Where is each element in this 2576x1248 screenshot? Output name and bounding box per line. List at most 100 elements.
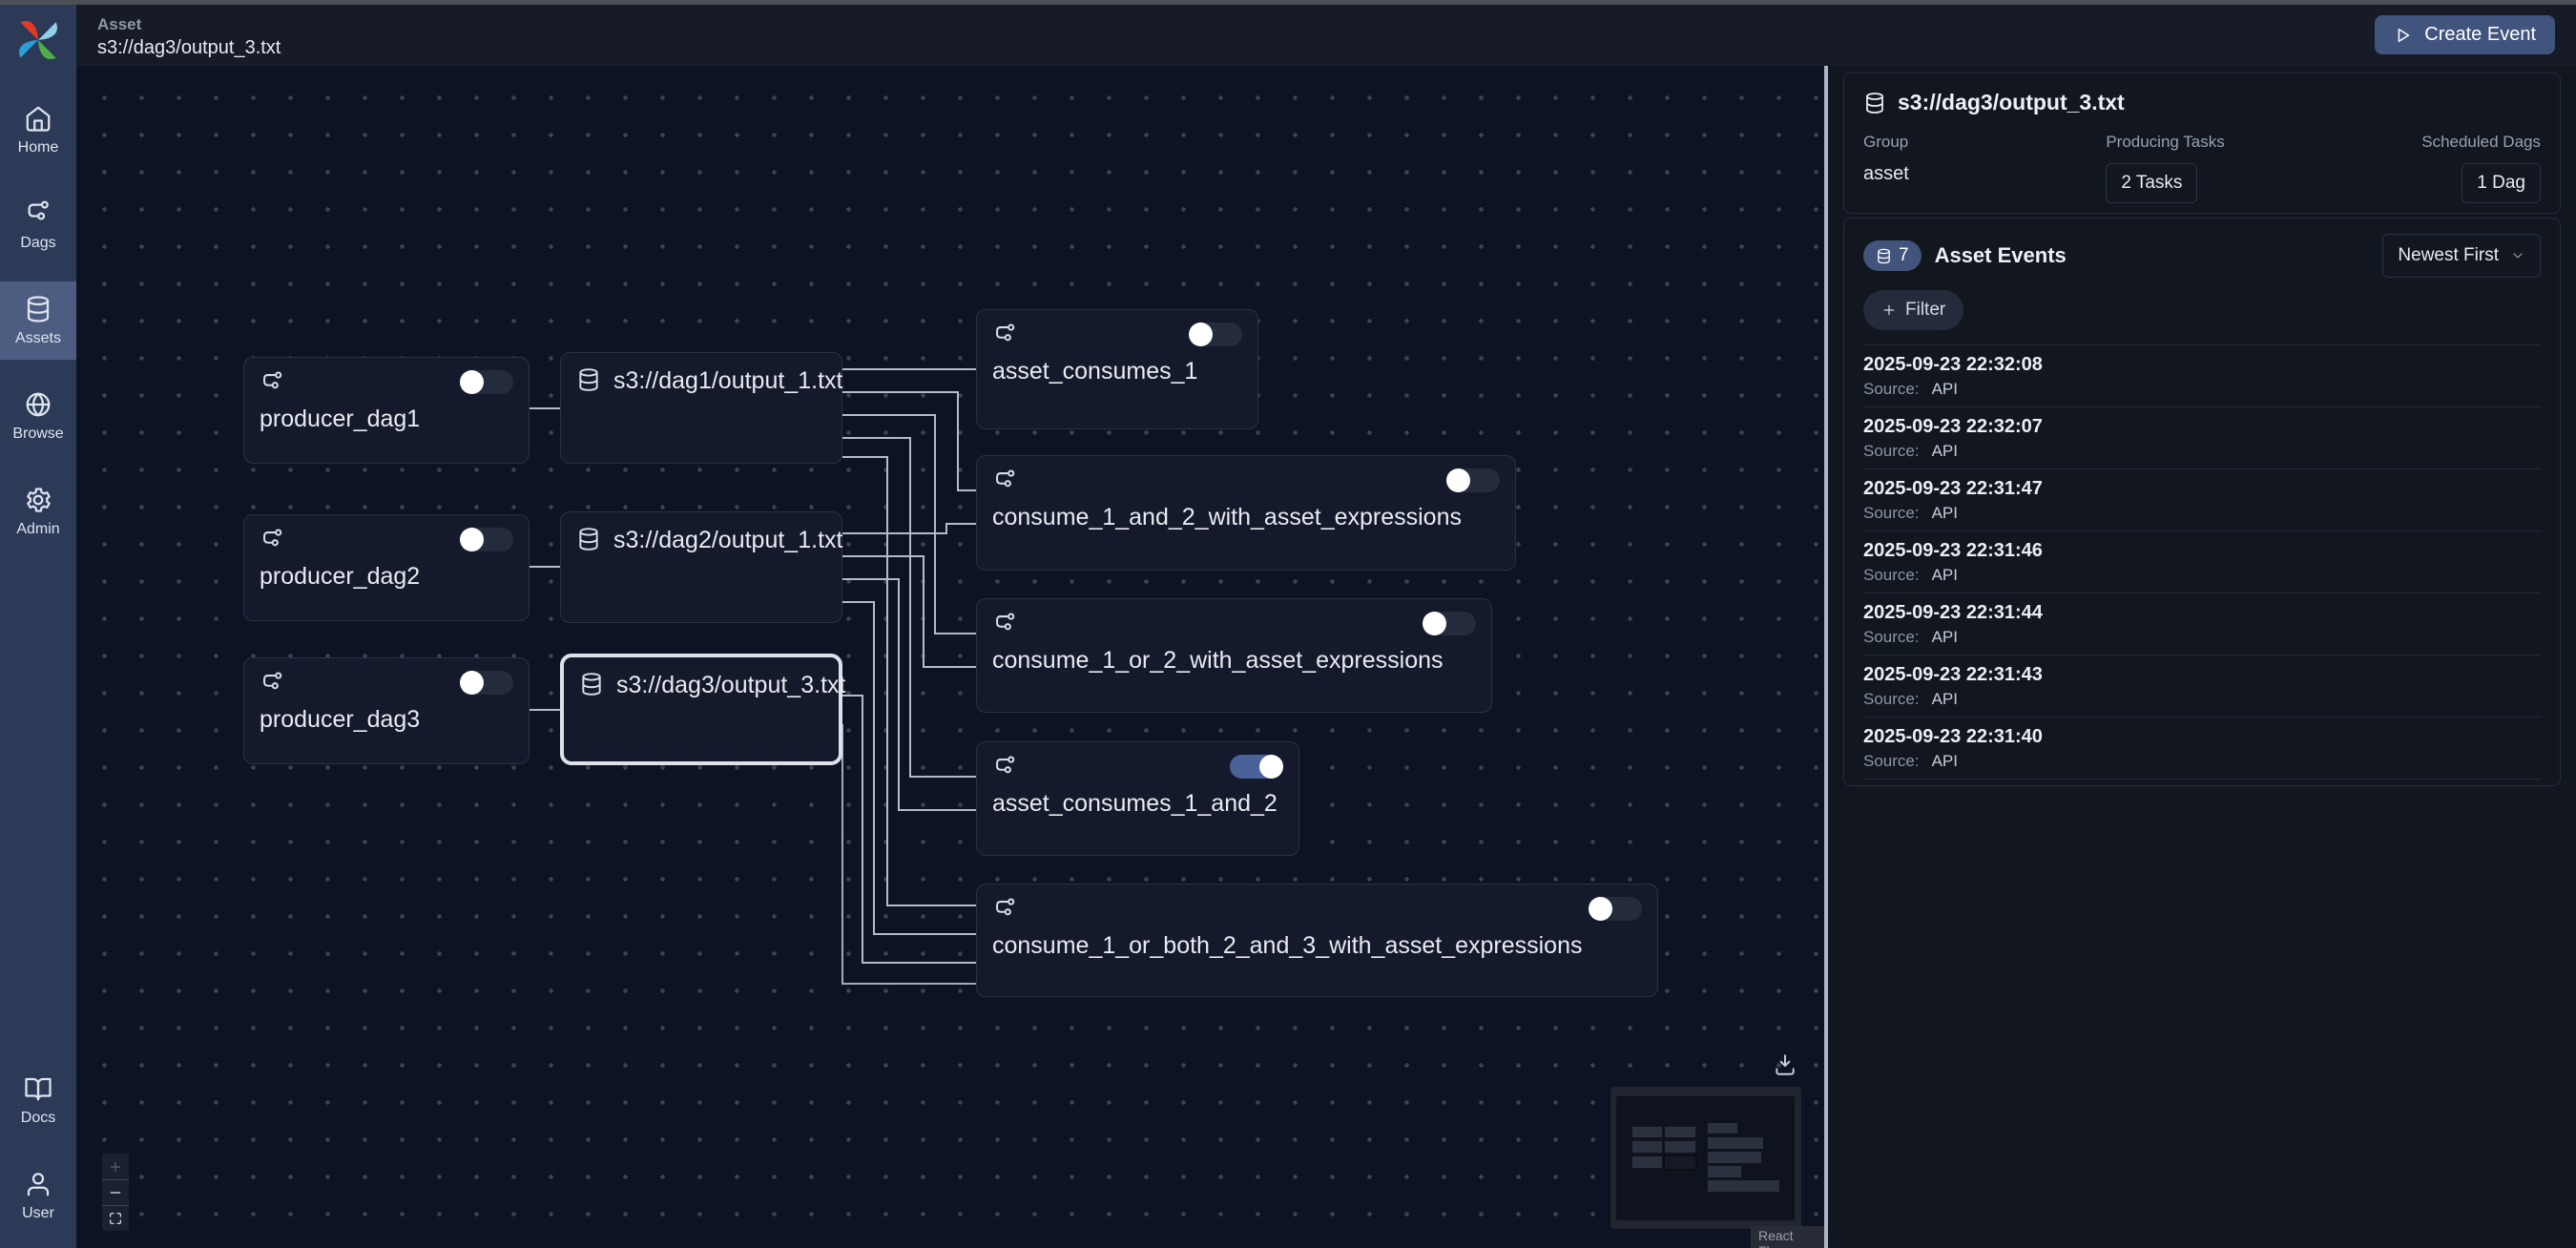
airflow-logo-icon[interactable] [12, 14, 64, 66]
asset-event-row: 2025-09-23 22:31:46 Source: API [1863, 531, 2541, 593]
node-label: asset_consumes_1 [977, 353, 1257, 385]
asset-events-list: 2025-09-23 22:32:08 Source: API 2025-09-… [1863, 345, 2541, 780]
dag-node-consume-1-or-2[interactable]: consume_1_or_2_with_asset_expressions [976, 598, 1492, 713]
dag-pause-toggle[interactable] [1189, 322, 1242, 346]
dag-node-asset-consumes-1-and-2[interactable]: asset_consumes_1_and_2 [976, 741, 1299, 856]
dag-pause-toggle[interactable] [460, 370, 513, 394]
dag-pause-toggle[interactable] [1423, 612, 1476, 635]
sidebar-item-dags[interactable]: Dags [0, 186, 76, 264]
dag-pause-toggle[interactable] [460, 671, 513, 695]
asset-title: s3://dag3/output_3.txt [1898, 90, 2125, 115]
reactflow-attribution: React Flow [1751, 1226, 1824, 1248]
asset-node-dag2-output[interactable]: s3://dag2/output_1.txt [560, 511, 842, 623]
database-icon [1863, 92, 1886, 114]
producing-tasks-button[interactable]: 2 Tasks [2106, 163, 2197, 203]
dag-pause-toggle[interactable] [460, 528, 513, 551]
chevron-down-icon [2510, 248, 2525, 263]
event-source-label: Source: [1863, 442, 1920, 461]
download-graph-button[interactable] [1773, 1052, 1797, 1077]
database-icon [1876, 248, 1892, 264]
event-source-value: API [1932, 504, 1958, 523]
sidebar: Home Dags Assets Browse Admin Docs User [0, 5, 76, 1248]
asset-event-row: 2025-09-23 22:32:08 Source: API [1863, 345, 2541, 407]
event-count-badge: 7 [1863, 240, 1922, 271]
node-label: s3://dag1/output_1.txt [613, 367, 842, 395]
sidebar-item-assets[interactable]: Assets [0, 281, 76, 360]
asset-node-dag1-output[interactable]: s3://dag1/output_1.txt [560, 352, 842, 464]
zoom-controls [102, 1154, 129, 1231]
sidebar-item-browse[interactable]: Browse [0, 377, 76, 455]
asset-node-dag3-output-selected[interactable]: s3://dag3/output_3.txt [560, 654, 842, 765]
asset-events-title: Asset Events [1935, 243, 2067, 268]
asset-details-panel: s3://dag3/output_3.txt Group asset Produ… [1828, 66, 2576, 1248]
asset-event-row: 2025-09-23 22:31:44 Source: API [1863, 593, 2541, 655]
event-source-label: Source: [1863, 380, 1920, 399]
gear-icon [24, 486, 52, 514]
dag-node-consume-1-and-2[interactable]: consume_1_and_2_with_asset_expressions [976, 455, 1516, 571]
event-source-value: API [1932, 566, 1958, 585]
database-icon [579, 672, 604, 703]
node-label: s3://dag3/output_3.txt [616, 672, 845, 699]
sidebar-item-label: Admin [16, 521, 59, 538]
sidebar-item-label: Assets [15, 330, 61, 347]
page-title: s3://dag3/output_3.txt [97, 37, 280, 59]
event-timestamp: 2025-09-23 22:32:07 [1863, 416, 2541, 438]
home-icon [24, 104, 52, 133]
panel-resizer[interactable] [1824, 66, 1828, 1248]
dag-node-producer-dag1[interactable]: producer_dag1 [243, 357, 530, 464]
page-header: Asset s3://dag3/output_3.txt Create Even… [76, 5, 2576, 66]
asset-graph-canvas[interactable]: producer_dag1 producer_dag2 producer_dag… [76, 66, 1824, 1248]
event-source-label: Source: [1863, 752, 1920, 771]
fit-view-button[interactable] [102, 1205, 129, 1231]
sidebar-item-user[interactable]: User [0, 1156, 76, 1235]
node-label: s3://dag2/output_1.txt [613, 527, 842, 554]
sort-order-select[interactable]: Newest First [2382, 234, 2541, 278]
dag-node-producer-dag3[interactable]: producer_dag3 [243, 657, 530, 764]
globe-icon [24, 390, 52, 419]
asset-event-row: 2025-09-23 22:31:40 Source: API [1863, 718, 2541, 780]
event-source-value: API [1932, 752, 1958, 771]
scheduled-dags-label: Scheduled Dags [2421, 133, 2541, 152]
dag-icon [260, 528, 285, 558]
event-source-label: Source: [1863, 628, 1920, 647]
zoom-out-button[interactable] [102, 1179, 129, 1205]
dag-node-producer-dag2[interactable]: producer_dag2 [243, 514, 530, 621]
database-icon [24, 295, 52, 323]
dag-icon [260, 370, 285, 401]
producing-tasks-label: Producing Tasks [2106, 133, 2224, 152]
minimap[interactable] [1610, 1087, 1801, 1229]
node-label: asset_consumes_1_and_2 [977, 785, 1298, 818]
event-count: 7 [1899, 245, 1909, 266]
minimap-viewport [1616, 1096, 1795, 1220]
scheduled-dags-button[interactable]: 1 Dag [2462, 163, 2541, 203]
event-source-label: Source: [1863, 690, 1920, 709]
dag-node-asset-consumes-1[interactable]: asset_consumes_1 [976, 309, 1258, 429]
create-event-label: Create Event [2424, 24, 2536, 46]
sidebar-item-docs[interactable]: Docs [0, 1061, 76, 1139]
sidebar-item-home[interactable]: Home [0, 91, 76, 169]
dag-pause-toggle[interactable] [1230, 755, 1283, 779]
event-timestamp: 2025-09-23 22:31:40 [1863, 726, 2541, 748]
create-event-button[interactable]: Create Event [2375, 15, 2555, 54]
user-icon [24, 1170, 52, 1198]
dag-node-consume-1-or-both-2-and-3[interactable]: consume_1_or_both_2_and_3_with_asset_exp… [976, 884, 1658, 997]
dag-icon [992, 897, 1018, 927]
play-icon [2394, 26, 2413, 45]
event-timestamp: 2025-09-23 22:31:47 [1863, 478, 2541, 500]
add-filter-button[interactable]: Filter [1863, 290, 1963, 330]
sidebar-item-admin[interactable]: Admin [0, 472, 76, 551]
node-label: producer_dag3 [244, 701, 529, 734]
event-source-value: API [1932, 690, 1958, 709]
asset-summary-card: s3://dag3/output_3.txt Group asset Produ… [1843, 73, 2561, 214]
sidebar-item-label: Docs [21, 1110, 55, 1127]
dag-pause-toggle[interactable] [1589, 897, 1642, 921]
dag-pause-toggle[interactable] [1446, 468, 1500, 492]
asset-events-card: 7 Asset Events Newest First Filter 2025-… [1843, 218, 2561, 786]
zoom-in-button[interactable] [102, 1154, 129, 1179]
asset-event-row: 2025-09-23 22:31:43 Source: API [1863, 655, 2541, 718]
event-timestamp: 2025-09-23 22:31:44 [1863, 602, 2541, 624]
sidebar-item-label: Browse [12, 426, 63, 443]
sort-order-value: Newest First [2398, 245, 2499, 266]
event-source-value: API [1932, 628, 1958, 647]
plus-icon [1881, 302, 1897, 318]
